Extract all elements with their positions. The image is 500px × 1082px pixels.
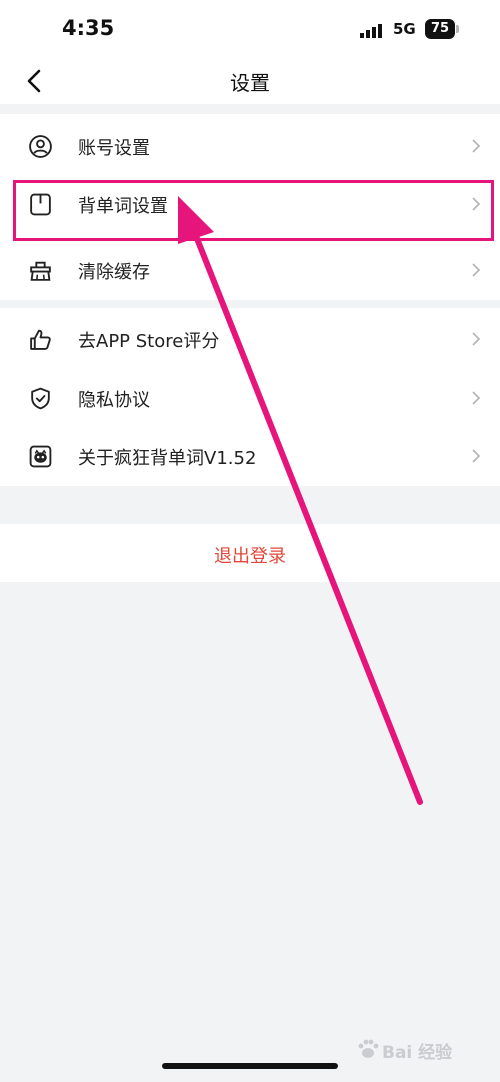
battery-tip <box>456 25 459 33</box>
chevron-right-icon <box>472 332 481 346</box>
privacy-policy-row[interactable]: 隐私协议 <box>0 369 500 427</box>
clear-cache-label: 清除缓存 <box>78 262 150 283</box>
status-bar: 4:35 5G 75 <box>0 0 500 58</box>
about-label: 关于疯狂背单词V1.52 <box>78 448 257 469</box>
clear-cache-icon <box>30 261 51 281</box>
chevron-right-icon <box>472 139 481 153</box>
network-type: 5G <box>393 20 416 38</box>
chevron-right-icon <box>472 263 481 277</box>
watermark: Bai 经验 <box>356 1035 476 1063</box>
privacy-policy-label: 隐私协议 <box>78 390 150 411</box>
shield-check-icon <box>31 387 50 410</box>
highlight-box <box>13 180 494 241</box>
rate-app-label: 去APP Store评分 <box>78 331 220 352</box>
chevron-right-icon <box>472 449 481 463</box>
account-settings-label: 账号设置 <box>78 138 150 159</box>
signal-icon <box>360 24 382 38</box>
app-logo-icon <box>29 445 52 468</box>
battery-icon: 75 <box>425 19 461 39</box>
watermark-text: Bai 经验 <box>382 1043 453 1063</box>
page-title: 设置 <box>230 71 270 95</box>
settings-group-2: 去APP Store评分 隐私协议 关于疯狂背单词V1.52 <box>0 308 500 486</box>
battery-level: 75 <box>425 19 455 39</box>
home-indicator <box>162 1063 338 1069</box>
account-icon <box>29 135 52 158</box>
paw-icon <box>358 1039 379 1058</box>
chevron-right-icon <box>472 391 481 405</box>
logout-button[interactable]: 退出登录 <box>0 524 500 582</box>
about-row[interactable]: 关于疯狂背单词V1.52 <box>0 427 500 485</box>
thumbs-up-icon <box>30 329 51 350</box>
rate-app-row[interactable]: 去APP Store评分 <box>0 310 500 368</box>
account-settings-row[interactable]: 账号设置 <box>0 117 500 175</box>
status-time: 4:35 <box>62 16 115 40</box>
logout-label: 退出登录 <box>214 546 286 567</box>
clear-cache-row[interactable]: 清除缓存 <box>0 241 500 299</box>
nav-bar: 设置 <box>0 58 500 104</box>
